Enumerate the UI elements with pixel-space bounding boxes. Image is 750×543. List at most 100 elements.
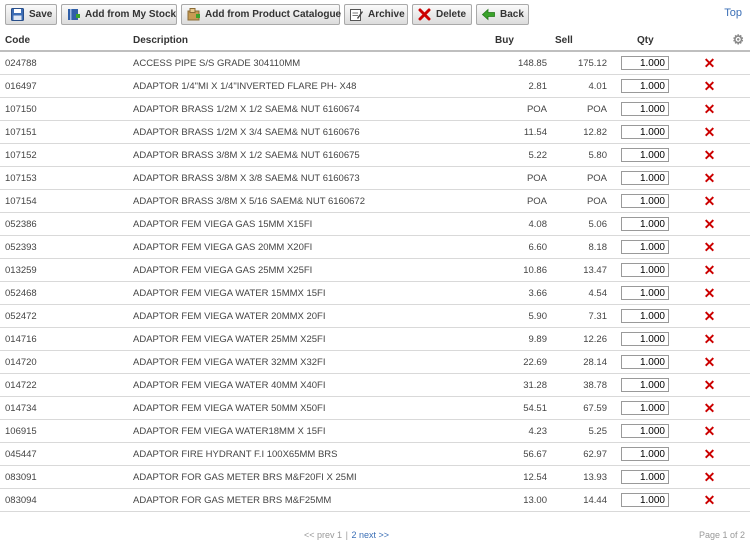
delete-row-icon[interactable]: ✕ bbox=[704, 78, 716, 94]
delete-row-icon[interactable]: ✕ bbox=[704, 262, 716, 278]
table-row[interactable]: 014722 ADAPTOR FEM VIEGA WATER 40MM X40FI… bbox=[0, 373, 750, 397]
qty-input[interactable] bbox=[621, 79, 669, 93]
delete-row-icon[interactable]: ✕ bbox=[704, 216, 716, 232]
table-row[interactable]: 107152 ADAPTOR BRASS 3/8M X 1/2 SAEM& NUT… bbox=[0, 143, 750, 167]
cell-buy: 11.54 bbox=[485, 120, 547, 144]
delete-row-icon[interactable]: ✕ bbox=[704, 124, 716, 140]
qty-input[interactable] bbox=[621, 148, 669, 162]
book-icon bbox=[67, 8, 80, 21]
cell-qty bbox=[607, 488, 669, 512]
qty-input[interactable] bbox=[621, 424, 669, 438]
qty-input[interactable] bbox=[621, 194, 669, 208]
cell-sell: 8.18 bbox=[547, 235, 607, 259]
qty-input[interactable] bbox=[621, 263, 669, 277]
delete-row-icon[interactable]: ✕ bbox=[704, 354, 716, 370]
table-row[interactable]: 052472 ADAPTOR FEM VIEGA WATER 20MMX 20FI… bbox=[0, 304, 750, 328]
cell-sell: 38.78 bbox=[547, 373, 607, 397]
qty-input[interactable] bbox=[621, 56, 669, 70]
delete-row-icon[interactable]: ✕ bbox=[704, 469, 716, 485]
table-row[interactable]: 083094 ADAPTOR FOR GAS METER BRS M&F25MM 1… bbox=[0, 488, 750, 512]
qty-input[interactable] bbox=[621, 240, 669, 254]
cell-qty bbox=[607, 442, 669, 466]
table-row[interactable]: 052393 ADAPTOR FEM VIEGA GAS 20MM X20FI 6.… bbox=[0, 235, 750, 259]
table-row[interactable]: 107154 ADAPTOR BRASS 3/8M X 5/16 SAEM& NU… bbox=[0, 189, 750, 213]
table-row[interactable]: 014720 ADAPTOR FEM VIEGA WATER 32MM X32FI… bbox=[0, 350, 750, 374]
qty-input[interactable] bbox=[621, 470, 669, 484]
table-row[interactable]: 106915 ADAPTOR FEM VIEGA WATER18MM X 15FI… bbox=[0, 419, 750, 443]
table-row[interactable]: 052468 ADAPTOR FEM VIEGA WATER 15MMX 15FI… bbox=[0, 281, 750, 305]
cell-description: ADAPTOR FOR GAS METER BRS M&F20FI X 25MI bbox=[133, 465, 485, 489]
qty-input[interactable] bbox=[621, 332, 669, 346]
cell-sell: 12.82 bbox=[547, 120, 607, 144]
cell-qty bbox=[607, 51, 669, 75]
qty-input[interactable] bbox=[621, 102, 669, 116]
cell-code: 024788 bbox=[0, 51, 133, 75]
cell-actions: ✕ bbox=[669, 327, 750, 351]
cell-buy: 12.54 bbox=[485, 465, 547, 489]
delete-row-icon[interactable]: ✕ bbox=[704, 446, 716, 462]
back-button[interactable]: Back bbox=[476, 4, 529, 25]
cell-description: ADAPTOR FEM VIEGA WATER 15MMX 15FI bbox=[133, 281, 485, 305]
table-row[interactable]: 107153 ADAPTOR BRASS 3/8M X 3/8 SAEM& NUT… bbox=[0, 166, 750, 190]
add-from-my-stock-button[interactable]: Add from My Stock bbox=[61, 4, 177, 25]
delete-row-icon[interactable]: ✕ bbox=[704, 377, 716, 393]
column-header-description[interactable]: Description bbox=[133, 30, 485, 52]
qty-input[interactable] bbox=[621, 309, 669, 323]
table-row[interactable]: 024788 ACCESS PIPE S/S GRADE 304110MM 148.… bbox=[0, 51, 750, 75]
table-row[interactable]: 045447 ADAPTOR FIRE HYDRANT F.I 100X65MM … bbox=[0, 442, 750, 466]
delete-row-icon[interactable]: ✕ bbox=[704, 331, 716, 347]
top-link[interactable]: Top bbox=[724, 7, 742, 19]
delete-row-icon[interactable]: ✕ bbox=[704, 147, 716, 163]
table-row[interactable]: 052386 ADAPTOR FEM VIEGA GAS 15MM X15FI 4.… bbox=[0, 212, 750, 236]
table-row[interactable]: 107151 ADAPTOR BRASS 1/2M X 3/4 SAEM& NUT… bbox=[0, 120, 750, 144]
gear-icon[interactable]: ⚙ bbox=[732, 32, 744, 47]
cell-description: ADAPTOR 1/4"MI X 1/4"INVERTED FLARE PH- … bbox=[133, 74, 485, 98]
delete-row-icon[interactable]: ✕ bbox=[704, 55, 716, 71]
delete-row-icon[interactable]: ✕ bbox=[704, 285, 716, 301]
add-from-product-catalogue-button[interactable]: Add from Product Catalogue bbox=[181, 4, 341, 25]
delete-row-icon[interactable]: ✕ bbox=[704, 400, 716, 416]
delete-button[interactable]: Delete bbox=[412, 4, 472, 25]
column-settings[interactable]: ⚙ bbox=[669, 30, 750, 52]
delete-row-icon[interactable]: ✕ bbox=[704, 492, 716, 508]
column-header-sell[interactable]: Sell bbox=[547, 30, 607, 52]
page-2-link[interactable]: 2 bbox=[351, 530, 356, 540]
qty-input[interactable] bbox=[621, 401, 669, 415]
cell-code: 013259 bbox=[0, 258, 133, 282]
qty-input[interactable] bbox=[621, 355, 669, 369]
next-link[interactable]: next >> bbox=[359, 530, 389, 540]
cell-buy: 10.86 bbox=[485, 258, 547, 282]
archive-button[interactable]: Archive bbox=[344, 4, 408, 25]
delete-row-icon[interactable]: ✕ bbox=[704, 170, 716, 186]
column-header-code[interactable]: Code bbox=[0, 30, 133, 52]
cell-actions: ✕ bbox=[669, 143, 750, 167]
qty-input[interactable] bbox=[621, 217, 669, 231]
column-header-buy[interactable]: Buy bbox=[485, 30, 547, 52]
delete-row-icon[interactable]: ✕ bbox=[704, 101, 716, 117]
column-header-qty[interactable]: Qty bbox=[607, 30, 669, 52]
cell-sell: 67.59 bbox=[547, 396, 607, 420]
delete-row-icon[interactable]: ✕ bbox=[704, 423, 716, 439]
qty-input[interactable] bbox=[621, 125, 669, 139]
delete-row-icon[interactable]: ✕ bbox=[704, 308, 716, 324]
table-row[interactable]: 014734 ADAPTOR FEM VIEGA WATER 50MM X50FI… bbox=[0, 396, 750, 420]
cell-actions: ✕ bbox=[669, 74, 750, 98]
cell-buy: 4.23 bbox=[485, 419, 547, 443]
delete-row-icon[interactable]: ✕ bbox=[704, 239, 716, 255]
table-row[interactable]: 014716 ADAPTOR FEM VIEGA WATER 25MM X25FI… bbox=[0, 327, 750, 351]
table-row[interactable]: 016497 ADAPTOR 1/4"MI X 1/4"INVERTED FLAR… bbox=[0, 74, 750, 98]
delete-row-icon[interactable]: ✕ bbox=[704, 193, 716, 209]
cell-sell: POA bbox=[547, 166, 607, 190]
qty-input[interactable] bbox=[621, 447, 669, 461]
qty-input[interactable] bbox=[621, 493, 669, 507]
cell-code: 107151 bbox=[0, 120, 133, 144]
cell-buy: 148.85 bbox=[485, 51, 547, 75]
table-row[interactable]: 083091 ADAPTOR FOR GAS METER BRS M&F20FI … bbox=[0, 465, 750, 489]
table-row[interactable]: 107150 ADAPTOR BRASS 1/2M X 1/2 SAEM& NUT… bbox=[0, 97, 750, 121]
table-row[interactable]: 013259 ADAPTOR FEM VIEGA GAS 25MM X25FI 10… bbox=[0, 258, 750, 282]
qty-input[interactable] bbox=[621, 378, 669, 392]
save-button[interactable]: Save bbox=[5, 4, 57, 25]
qty-input[interactable] bbox=[621, 286, 669, 300]
qty-input[interactable] bbox=[621, 171, 669, 185]
cell-sell: 13.93 bbox=[547, 465, 607, 489]
